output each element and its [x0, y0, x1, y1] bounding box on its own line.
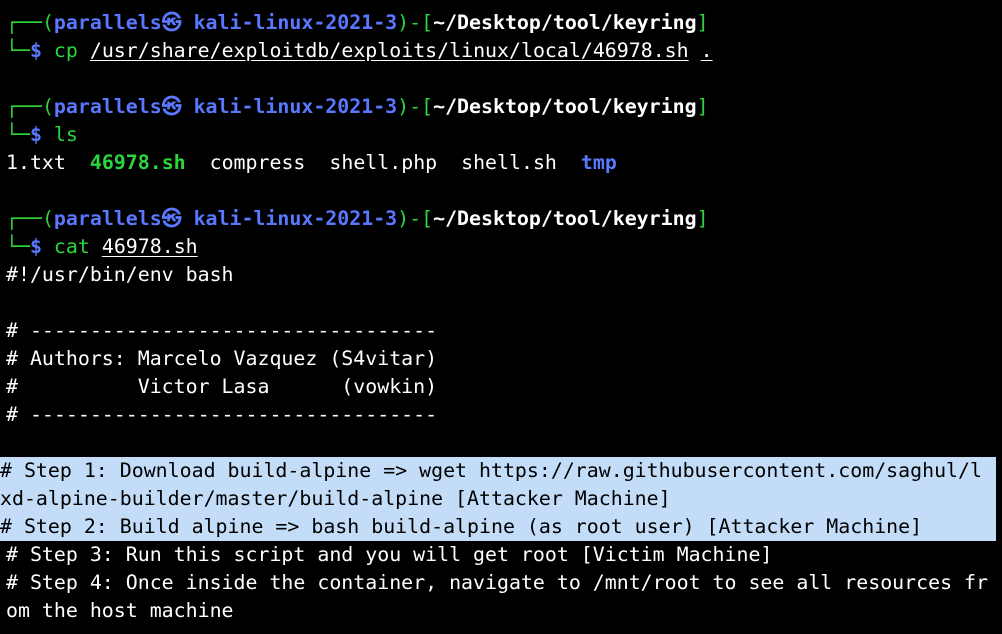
file-step-line: om the host machine [6, 599, 234, 622]
ls-item-file: shell.php [329, 151, 438, 174]
prompt-line-3: ┌──(parallels㉿ kali-linux-2021-3)-[~/Des… [0, 205, 1002, 233]
prompt-dash: - [409, 11, 422, 34]
command-arg-file: 46978.sh [101, 235, 198, 258]
selected-text-line[interactable]: # Step 1: Download build-alpine => wget … [0, 457, 996, 485]
file-comment-authors: # Authors: Marcelo Vazquez (S4vitar) [6, 347, 438, 370]
command-line-1: └─$ cp /usr/share/exploitdb/exploits/lin… [0, 37, 1002, 65]
prompt-paren-open: ( [41, 95, 54, 118]
file-step-line: # Step 3: Run this script and you will g… [6, 543, 773, 566]
file-comment-separator: # ---------------------------------- [6, 319, 438, 342]
prompt-bracket-close: ] [696, 11, 709, 34]
command-arg-path: /usr/share/exploitdb/exploits/linux/loca… [89, 39, 689, 62]
command-name: cat [53, 235, 90, 258]
prompt-path: ~/Desktop/tool/keyring [433, 207, 697, 230]
file-comment-separator: # ---------------------------------- [6, 403, 438, 426]
command-name: cp [53, 39, 78, 62]
prompt-user-host: parallels㉿ kali-linux-2021-3 [53, 95, 398, 118]
prompt-paren-open: ( [41, 207, 54, 230]
ls-output-line: 1.txt 46978.sh compress shell.php shell.… [0, 149, 1002, 177]
prompt-dollar: $ [29, 235, 42, 258]
prompt-paren-close: ) [397, 207, 410, 230]
prompt-bracket-open: [ [421, 11, 434, 34]
command-line-3: └─$ cat 46978.sh [0, 233, 1002, 261]
prompt-dash: - [409, 207, 422, 230]
ls-item-file: compress [209, 151, 306, 174]
file-step-line: # Step 4: Once inside the container, nav… [6, 571, 988, 594]
prompt-corner-top: ┌── [6, 95, 42, 118]
prompt-bracket-close: ] [696, 207, 709, 230]
prompt-line-2: ┌──(parallels㉿ kali-linux-2021-3)-[~/Des… [0, 93, 1002, 121]
file-comment-authors: # Victor Lasa (vowkin) [6, 375, 438, 398]
ls-item-exec: 46978.sh [89, 151, 186, 174]
command-line-2: └─$ ls [0, 121, 1002, 149]
prompt-paren-close: ) [397, 95, 410, 118]
prompt-line-1: ┌──(parallels㉿ kali-linux-2021-3)-[~/Des… [0, 9, 1002, 37]
ls-item-dir: tmp [580, 151, 617, 174]
ls-item-file: 1.txt [6, 151, 66, 174]
command-name: ls [53, 123, 78, 146]
prompt-corner-bottom: └─ [6, 39, 30, 62]
prompt-corner-top: ┌── [6, 207, 42, 230]
selected-text-line[interactable]: xd-alpine-builder/master/build-alpine [A… [0, 485, 996, 513]
prompt-paren-close: ) [397, 11, 410, 34]
prompt-bracket-close: ] [696, 95, 709, 118]
prompt-dollar: $ [29, 123, 42, 146]
prompt-corner-bottom: └─ [6, 235, 30, 258]
prompt-paren-open: ( [41, 11, 54, 34]
file-shebang: #!/usr/bin/env bash [6, 263, 234, 286]
terminal-window[interactable]: ┌──(parallels㉿ kali-linux-2021-3)-[~/Des… [0, 0, 1002, 634]
prompt-path: ~/Desktop/tool/keyring [433, 11, 697, 34]
prompt-corner-top: ┌── [6, 11, 42, 34]
prompt-bracket-open: [ [421, 207, 434, 230]
prompt-user-host: parallels㉿ kali-linux-2021-3 [53, 11, 398, 34]
command-arg-dest: . [700, 39, 713, 62]
prompt-dollar: $ [29, 39, 42, 62]
prompt-user-host: parallels㉿ kali-linux-2021-3 [53, 207, 398, 230]
prompt-bracket-open: [ [421, 95, 434, 118]
selected-text-line[interactable]: # Step 2: Build alpine => bash build-alp… [0, 513, 996, 541]
prompt-dash: - [409, 95, 422, 118]
prompt-path: ~/Desktop/tool/keyring [433, 95, 697, 118]
prompt-corner-bottom: └─ [6, 123, 30, 146]
ls-item-file: shell.sh [461, 151, 557, 174]
